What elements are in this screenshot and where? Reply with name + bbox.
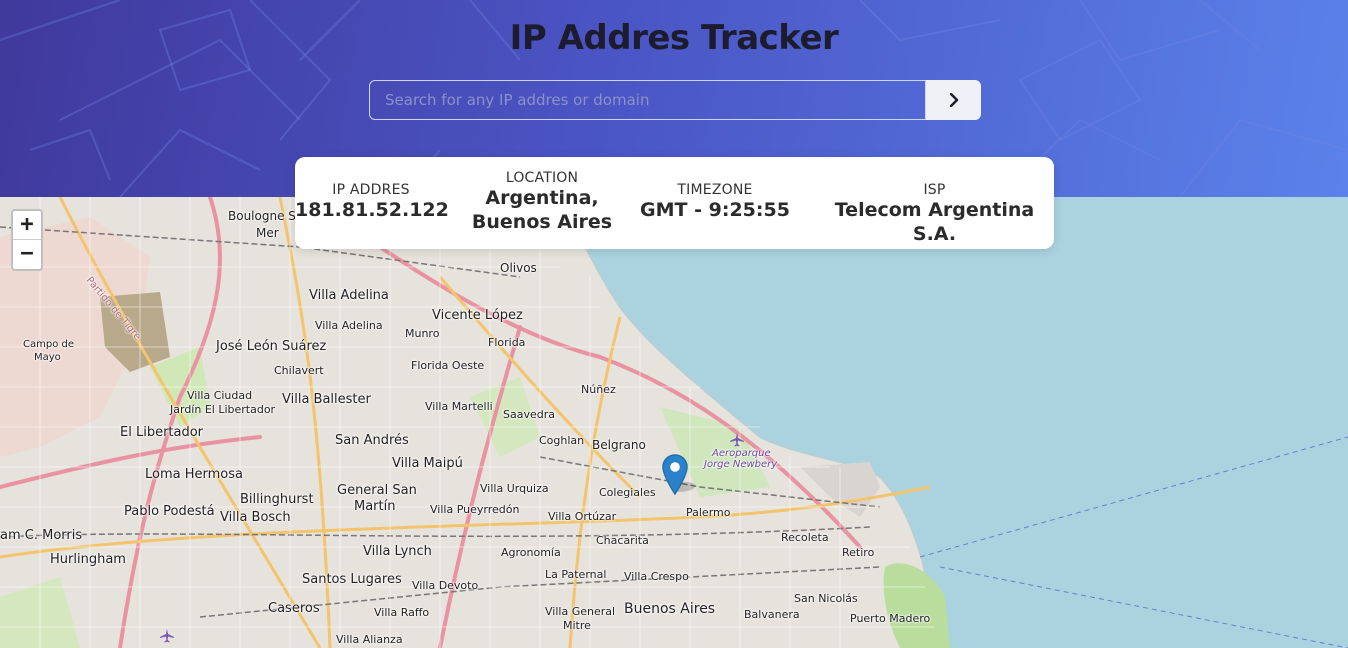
map-label: Villa Adelina [315,319,383,332]
map-label: Boulogne S [228,209,296,223]
map-label: Villa General [545,605,616,618]
isp-info: ISP Telecom Argentina S.A. [815,182,1054,246]
map-label: Villa Urquiza [480,482,549,495]
map-label: Villa Bosch [220,510,291,525]
map-label: Belgrano [592,438,646,452]
map-label: Villa Crespo [624,570,689,583]
map-label: Jorge Newbery [704,459,778,470]
ip-info: IP ADDRES 181.81.52.122 [295,182,449,222]
map-label: Chilavert [274,364,324,377]
location-label: LOCATION [505,170,579,186]
map-label: Buenos Aires [624,601,716,617]
map-label: Recoleta [781,531,829,544]
location-value-line2: Buenos Aires [471,211,613,233]
map-label: Vicente López [432,308,523,323]
map-label: Mer [256,226,279,240]
map-label: Mayo [34,352,61,363]
map-label: am C. Morris [0,528,83,543]
map-label: Villa Maipú [392,456,463,471]
map-label: Villa Raffo [374,606,430,619]
search-button[interactable] [926,80,981,120]
map-label: Caseros [268,601,320,616]
map-label: Aeroparque [712,448,771,459]
map-label: Florida Oeste [411,359,485,372]
map-label: Villa Devoto [412,579,479,592]
timezone-label: TIMEZONE [677,182,753,198]
map-label: Campo de [23,339,74,350]
search-input[interactable] [369,80,926,120]
ip-label: IP ADDRES [332,182,410,198]
isp-value: Telecom Argentina S.A. [834,199,1035,245]
map-label: Olivos [500,261,537,275]
map-label: Mitre [563,619,591,632]
map-label: La Paternal [545,568,607,581]
map-label: Billinghurst [240,492,314,507]
chevron-right-icon [949,93,958,107]
map-label: General San [337,483,417,498]
map-label: Villa Ballester [282,392,371,407]
page-title: IP Addres Tracker [509,18,839,58]
map-label: Martín [354,499,396,514]
map-label: El Libertador [120,425,204,440]
map-label: Villa Martelli [425,400,493,413]
zoom-control: + − [11,209,43,271]
location-value-line1: Argentina, [485,187,599,209]
map-label: Villa Lynch [363,544,432,559]
map-label: Hurlingham [50,552,126,567]
map-label: Munro [405,327,440,340]
map-label: Chacarita [596,534,649,547]
map-label: San Nicolás [794,592,858,605]
map-label: Villa Alianza [336,633,403,646]
map-label: Villa Ciudad [187,389,253,402]
map-label: Puerto Madero [850,612,931,625]
map-label: Santos Lugares [302,572,402,587]
map-label: Balvanera [744,608,800,621]
map-label: Florida [488,336,526,349]
ip-value: 181.81.52.122 [295,199,449,221]
map-label: Villa Ortúzar [548,510,617,523]
map[interactable]: Boulogne S Mer Olivos Partido de Tigre V… [0,197,1348,648]
map-label: Coghlan [539,434,585,447]
location-info: LOCATION Argentina, Buenos Aires [467,170,617,234]
map-label: San Andrés [335,433,409,448]
zoom-out-button[interactable]: − [13,240,41,269]
timezone-value: GMT - 9:25:55 [640,199,790,221]
location-pin-icon[interactable] [662,454,688,495]
map-label: Saavedra [503,408,555,421]
airport-icon [730,433,744,447]
map-label: Villa Pueyrredón [430,503,520,516]
zoom-in-button[interactable]: + [13,211,41,240]
map-label: Jardín El Libertador [170,403,276,416]
map-label: Pablo Podestá [124,504,215,519]
timezone-info: TIMEZONE GMT - 9:25:55 [635,182,795,222]
info-card: IP ADDRES 181.81.52.122 LOCATION Argenti… [295,157,1054,249]
map-label: Palermo [686,506,731,519]
map-label: Villa Adelina [309,288,389,303]
map-label: Núñez [581,383,616,396]
map-label: José León Suárez [216,339,327,354]
isp-label: ISP [923,182,946,198]
map-label: Retiro [842,546,875,559]
map-label: Agronomía [501,546,561,559]
airport-icon [160,629,174,643]
map-label: Loma Hermosa [145,467,243,482]
map-label: Colegiales [599,486,656,499]
